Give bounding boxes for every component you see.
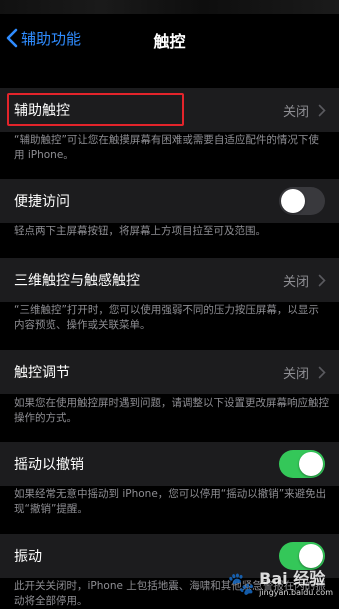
chevron-right-icon (318, 274, 326, 286)
page-title: 触控 (153, 32, 186, 51)
reachability-label: 便捷访问 (14, 194, 70, 210)
reachability-footnote: 轻点两下主屏幕按钮，将屏幕上方项目拉至可及范围。 (14, 225, 266, 237)
baidu-jingyan-watermark: 🐾 Bai 经验 jingyan.baidu.com (228, 571, 333, 597)
toggle-knob (299, 544, 323, 568)
3d-touch-label: 三维触控与触感触控 (14, 273, 140, 289)
watermark-main: Bai 经验 (259, 569, 326, 588)
reachability-toggle[interactable] (279, 187, 325, 215)
3d-touch-value: 关闭 (282, 274, 309, 290)
toggle-knob (281, 189, 305, 213)
shake-to-undo-toggle[interactable] (279, 450, 325, 478)
watermark-url: jingyan.baidu.com (259, 588, 333, 597)
touch-accommodations-label: 触控调节 (14, 365, 70, 381)
shake-to-undo-row: 摇动以撤销 (0, 442, 339, 486)
red-highlight-box (7, 93, 184, 126)
vibration-toggle[interactable] (279, 542, 325, 570)
chevron-right-icon (318, 366, 326, 378)
assistive-touch-footnote: “辅助触控”可让您在触摸屏幕有困难或需要自适应配件的情况下使用 iPhone。 (14, 134, 319, 161)
assistive-touch-value: 关闭 (282, 104, 309, 120)
touch-accommodations-row[interactable]: 触控调节 关闭 (0, 350, 339, 394)
shake-to-undo-label: 摇动以撤销 (14, 457, 84, 473)
toggle-knob (299, 452, 323, 476)
navigation-bar: 辅助功能 触控 (0, 14, 339, 64)
touch-accommodations-footnote: 如果您在使用触控屏时遇到问题，请调整以下设置更改屏幕响应触控操作的方式。 (14, 397, 329, 424)
shake-to-undo-footnote: 如果经常无意中摇动到 iPhone，您可以停用“摇动以撤销”来避免出现“撤销”提… (14, 488, 327, 515)
chevron-right-icon (318, 104, 326, 116)
paw-logo-icon: 🐾 (227, 571, 256, 597)
3d-touch-footnote: “三维触控”打开时，您可以使用强弱不同的压力按压屏幕，以显示内容预览、操作或关联… (14, 304, 319, 331)
vibration-label: 振动 (14, 549, 42, 565)
status-bar (0, 0, 339, 14)
reachability-row: 便捷访问 (0, 179, 339, 223)
touch-accommodations-value: 关闭 (282, 366, 309, 382)
3d-touch-row[interactable]: 三维触控与触感触控 关闭 (0, 258, 339, 302)
